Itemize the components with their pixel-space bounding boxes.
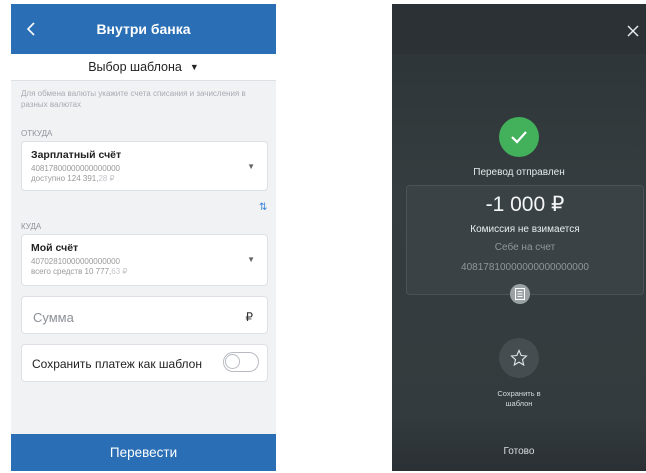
transfer-success-screen: Перевод отправлен -1 000 ₽ Комиссия не в… — [392, 4, 646, 471]
transfer-status: Перевод отправлен — [473, 167, 565, 178]
swap-accounts-icon[interactable]: ⇅ — [259, 202, 267, 213]
currency-symbol: ₽ — [245, 310, 253, 324]
template-selector[interactable]: Выбор шаблона ▼ — [11, 54, 276, 81]
done-button[interactable]: Готово — [392, 446, 646, 457]
save-template-row: Сохранить платеж как шаблон — [21, 344, 268, 382]
to-account-name: Мой счёт — [31, 242, 79, 254]
from-balance-cents: 28 ₽ — [98, 174, 115, 183]
dropdown-arrow-icon: ▼ — [247, 255, 255, 264]
transfer-form-screen: Внутри банка Выбор шаблона ▼ Для обмена в… — [11, 4, 276, 471]
page-title: Внутри банка — [96, 21, 191, 37]
save-template-caption-line1: Сохранить в — [497, 389, 541, 398]
from-account-selector[interactable]: Зарплатный счёт 40817800000000000000 дос… — [21, 141, 268, 191]
close-icon — [627, 25, 639, 37]
header-bar: Внутри банка — [11, 4, 276, 54]
receipt-button[interactable] — [510, 284, 530, 304]
fee-info: Комиссия не взимается — [470, 224, 580, 235]
transfer-button[interactable]: Перевести — [11, 434, 276, 471]
from-balance-amount: доступно 124 391, — [31, 174, 99, 183]
currency-hint: Для обмена валюты укажите счета списания… — [21, 89, 246, 109]
caret-down-icon: ▼ — [189, 62, 199, 72]
amount-placeholder: Сумма — [33, 310, 74, 325]
template-selector-label: Выбор шаблона — [88, 60, 182, 74]
to-account-selector[interactable]: Мой счёт 40702810000000000000 всего сред… — [21, 234, 268, 286]
receipt-icon — [515, 288, 525, 300]
star-icon — [510, 349, 528, 367]
save-template-caption: Сохранить в шаблон — [392, 389, 646, 409]
transfer-summary-card: -1 000 ₽ Комиссия не взимается Себе на с… — [406, 185, 644, 295]
to-account-balance: всего средств 10 777,63 ₽ — [31, 267, 127, 276]
transfer-destination: Себе на счет — [494, 242, 556, 253]
to-account-number: 40702810000000000000 — [31, 257, 120, 266]
save-template-button[interactable] — [499, 338, 539, 378]
toggle-knob — [225, 354, 240, 369]
from-account-balance: доступно 124 391,28 ₽ — [31, 174, 115, 183]
save-template-toggle[interactable] — [223, 352, 259, 372]
amount-input[interactable]: Сумма ₽ — [21, 296, 268, 334]
from-section-label: ОТКУДА — [21, 129, 53, 138]
from-account-name: Зарплатный счёт — [31, 149, 122, 161]
transfer-amount: -1 000 ₽ — [485, 193, 565, 216]
from-account-number: 40817800000000000000 — [31, 164, 120, 173]
success-badge — [499, 117, 539, 157]
top-bar — [392, 4, 646, 54]
destination-account-number: 40817810000000000000000 — [461, 262, 589, 273]
to-balance-amount: всего средств 10 777, — [31, 267, 112, 276]
checkmark-icon — [511, 131, 527, 144]
to-section-label: КУДА — [21, 222, 42, 231]
to-balance-cents: 63 ₽ — [111, 267, 128, 276]
dropdown-arrow-icon: ▼ — [247, 162, 255, 171]
save-template-caption-line2: шаблон — [505, 399, 533, 408]
save-template-label: Сохранить платеж как шаблон — [32, 357, 202, 371]
close-button[interactable] — [625, 23, 641, 39]
